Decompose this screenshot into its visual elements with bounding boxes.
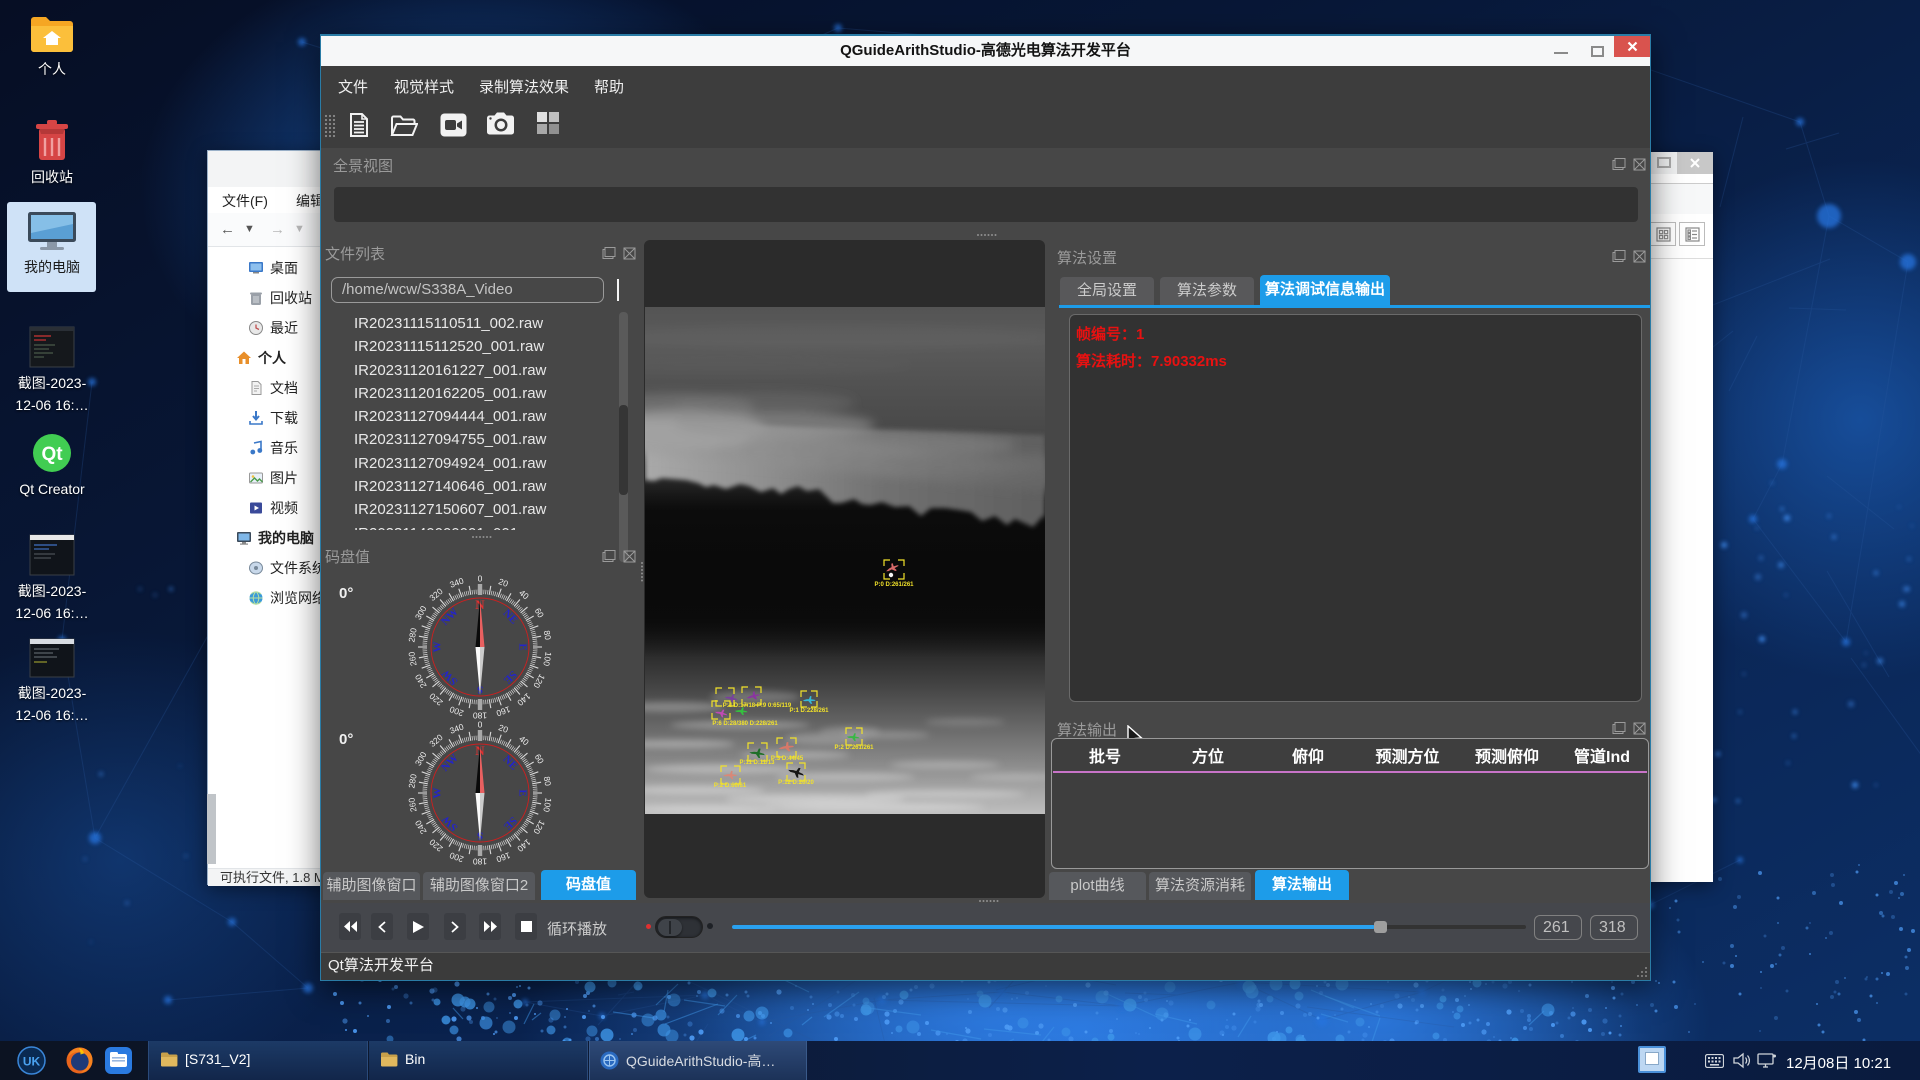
svg-text:120: 120 — [531, 673, 547, 691]
svg-text:140: 140 — [515, 691, 533, 708]
svg-text:160: 160 — [495, 704, 512, 718]
svg-text:W: W — [432, 642, 444, 653]
svg-text:260: 260 — [406, 651, 418, 667]
svg-text:0: 0 — [478, 720, 483, 730]
svg-text:340: 340 — [448, 721, 465, 735]
svg-text:SE: SE — [501, 814, 519, 832]
svg-text:P:6 D:28/380 D:228/261: P:6 D:28/380 D:228/261 — [712, 721, 778, 727]
svg-text:P:12 D:20/20: P:12 D:20/20 — [778, 780, 814, 786]
svg-text:300: 300 — [413, 750, 429, 768]
svg-text:240: 240 — [413, 818, 429, 836]
svg-text:P:2 D:60/61: P:2 D:60/61 — [714, 783, 747, 789]
svg-text:NW: NW — [439, 752, 461, 774]
svg-text:220: 220 — [427, 691, 445, 708]
svg-text:140: 140 — [515, 837, 533, 854]
svg-text:220: 220 — [427, 837, 445, 854]
svg-text:P:4 D:17/18 P:9 0:65/119: P:4 D:17/18 P:9 0:65/119 — [723, 703, 792, 709]
svg-text:320: 320 — [427, 732, 445, 749]
svg-text:NE: NE — [500, 753, 519, 772]
svg-text:P:0 D:261/261: P:0 D:261/261 — [874, 582, 914, 588]
svg-text:E: E — [517, 789, 529, 796]
svg-text:160: 160 — [495, 850, 512, 864]
svg-text:20: 20 — [497, 722, 510, 735]
svg-text:280: 280 — [406, 773, 418, 789]
svg-text:240: 240 — [413, 672, 429, 690]
svg-text:E: E — [517, 643, 529, 650]
svg-text:SW: SW — [440, 667, 461, 688]
svg-text:340: 340 — [448, 575, 465, 589]
svg-text:100: 100 — [541, 797, 553, 813]
svg-text:300: 300 — [413, 604, 429, 622]
svg-text:Qt: Qt — [41, 444, 63, 465]
svg-text:SE: SE — [501, 668, 519, 686]
svg-text:P:3 D:44/45: P:3 D:44/45 — [771, 756, 804, 762]
svg-text:60: 60 — [533, 606, 547, 619]
svg-text:280: 280 — [406, 627, 418, 643]
svg-text:80: 80 — [542, 630, 554, 641]
svg-text:60: 60 — [533, 752, 547, 765]
svg-text:W: W — [432, 788, 444, 799]
svg-text:120: 120 — [531, 819, 547, 837]
svg-text:320: 320 — [427, 586, 445, 603]
svg-text:NW: NW — [439, 606, 461, 628]
svg-text:200: 200 — [448, 850, 465, 864]
svg-text:P:11 D:11/13: P:11 D:11/13 — [739, 760, 775, 766]
svg-text:180: 180 — [473, 857, 487, 867]
svg-text:100: 100 — [541, 651, 553, 667]
svg-text:20: 20 — [497, 576, 510, 589]
svg-text:0: 0 — [478, 574, 483, 584]
svg-text:UK: UK — [23, 1055, 41, 1069]
svg-text:200: 200 — [448, 704, 465, 718]
svg-text:P:2 D:261/261: P:2 D:261/261 — [834, 745, 874, 751]
svg-text:P:1 D:228/261: P:1 D:228/261 — [789, 708, 829, 714]
svg-text:SW: SW — [440, 813, 461, 834]
svg-text:80: 80 — [542, 776, 554, 787]
svg-text:NE: NE — [500, 607, 519, 626]
svg-text:260: 260 — [406, 797, 418, 813]
